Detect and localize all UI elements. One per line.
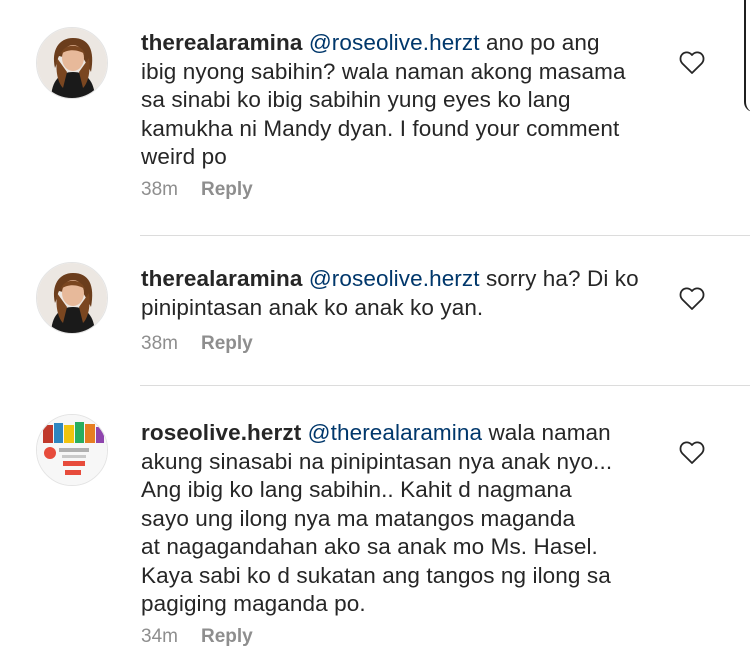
comment-line: sorry ha? Di ko [479, 266, 639, 291]
comment-line: Ang ibig ko lang sabihin.. Kahit d nagma… [141, 477, 572, 502]
heart-outline-icon[interactable] [679, 51, 705, 75]
comment-meta: 38m Reply [141, 333, 253, 355]
comment-mention[interactable]: @roseolive.herzt [309, 266, 480, 291]
avatar[interactable] [36, 414, 108, 486]
reply-button[interactable]: Reply [201, 179, 253, 200]
comment-line: sa sinabi ko ibig sabihin yung eyes ko l… [141, 87, 571, 112]
comments-screen: therealaramina @roseolive.herzt ano po a… [0, 0, 750, 669]
comment-line: sayo ung ilong nya ma matangos maganda [141, 505, 576, 531]
avatar[interactable] [36, 27, 108, 99]
comment-time: 38m [141, 179, 178, 200]
comment-text: therealaramina @roseolive.herzt ano po a… [141, 29, 661, 172]
comment-username[interactable]: therealaramina [141, 30, 302, 55]
screen-edge [744, 0, 750, 112]
comment-line: at nagagandahan ako sa anak mo Ms. Hasel… [141, 534, 598, 559]
comment-line: pinipintasan anak ko anak ko yan. [141, 294, 484, 320]
comment-time: 38m [141, 333, 178, 354]
avatar[interactable] [36, 262, 108, 334]
divider [140, 235, 750, 236]
heart-outline-icon[interactable] [679, 287, 705, 311]
comment-line: kamukha ni Mandy dyan. I found your comm… [141, 115, 620, 141]
comment-line: ano po ang [479, 30, 600, 55]
comment-line: wala naman [482, 420, 611, 445]
comment-meta: 38m Reply [141, 179, 253, 201]
heart-outline-icon[interactable] [679, 441, 705, 465]
comment-mention[interactable]: @roseolive.herzt [309, 30, 480, 55]
comment-line: Kaya sabi ko d sukatan ang tangos ng ilo… [141, 562, 611, 588]
comment-meta: 34m Reply [141, 626, 253, 648]
reply-button[interactable]: Reply [201, 626, 253, 647]
comment-line: akung sinasabi na pinipintasan nya anak … [141, 448, 613, 474]
divider [140, 385, 750, 386]
comment-mention[interactable]: @therealaramina [308, 420, 482, 445]
comment-line: weird po [141, 144, 227, 169]
reply-button[interactable]: Reply [201, 333, 253, 354]
comment-text: therealaramina @roseolive.herzt sorry ha… [141, 265, 661, 322]
comment-time: 34m [141, 626, 178, 647]
comment-username[interactable]: therealaramina [141, 266, 302, 291]
comment-line: ibig nyong sabihin? wala naman akong mas… [141, 58, 626, 84]
comment-line: pagiging maganda po. [141, 591, 366, 616]
comment-text: roseolive.herzt @therealaramina wala nam… [141, 419, 661, 619]
comment-username[interactable]: roseolive.herzt [141, 420, 301, 445]
